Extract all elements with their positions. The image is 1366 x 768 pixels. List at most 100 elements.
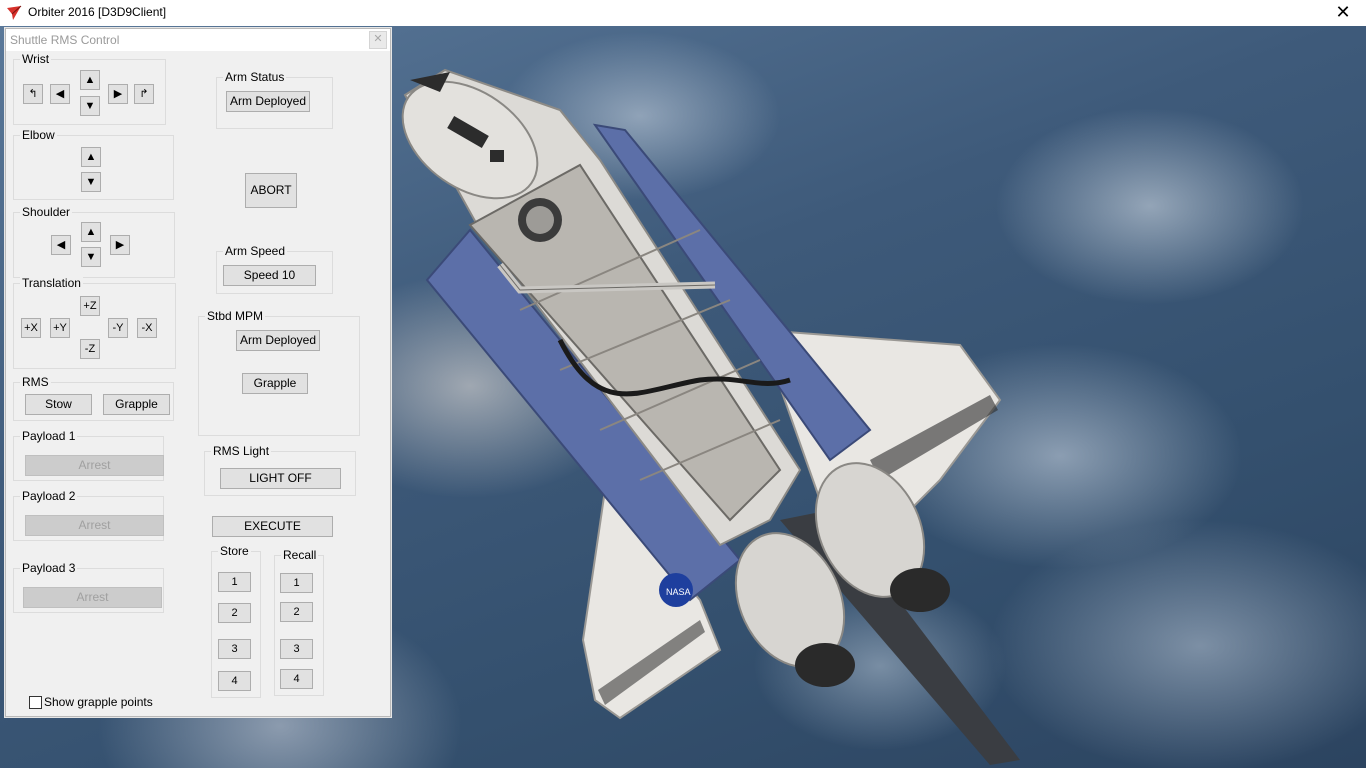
- rms-grapple-button[interactable]: Grapple: [103, 394, 170, 415]
- store-slot-4-button[interactable]: 4: [218, 671, 251, 691]
- rms-stow-button[interactable]: Stow: [25, 394, 92, 415]
- arrow-up-icon: ▲: [84, 74, 96, 86]
- arrest-label: Arrest: [78, 518, 111, 532]
- arrest-label: Arrest: [76, 590, 109, 604]
- payload1-label: Payload 1: [20, 429, 78, 443]
- wrist-label: Wrist: [20, 52, 52, 66]
- abort-label: ABORT: [250, 183, 292, 197]
- grapple-label: Grapple: [115, 397, 158, 411]
- translate-plus-y-button[interactable]: +Y: [50, 318, 70, 338]
- store-slot-label: 4: [231, 675, 238, 687]
- arm-status-button[interactable]: Arm Deployed: [226, 91, 310, 112]
- arrow-down-icon: ▼: [84, 100, 96, 112]
- shoulder-yaw-right-button[interactable]: ▶: [110, 235, 130, 255]
- arm-status-label: Arm Status: [223, 70, 287, 84]
- recall-slot-label: 4: [293, 673, 300, 685]
- payload2-group: Payload 2 Arrest: [13, 489, 164, 541]
- plus-y-label: +Y: [53, 322, 67, 334]
- stbd-mpm-grapple-label: Grapple: [253, 376, 297, 390]
- arm-speed-button[interactable]: Speed 10: [223, 265, 316, 286]
- elbow-group: Elbow ▲ ▼: [13, 128, 174, 200]
- window-close-button[interactable]: ✕: [1320, 0, 1366, 26]
- rms-light-toggle-button[interactable]: LIGHT OFF: [220, 468, 341, 489]
- translate-minus-z-button[interactable]: -Z: [80, 339, 100, 359]
- minus-z-label: -Z: [84, 343, 96, 355]
- arrow-right-icon: ▶: [113, 88, 123, 100]
- arm-speed-value: Speed 10: [243, 268, 296, 282]
- shoulder-pitch-up-button[interactable]: ▲: [81, 222, 101, 242]
- store-slot-label: 1: [231, 576, 238, 588]
- shoulder-yaw-left-button[interactable]: ◀: [51, 235, 71, 255]
- store-label: Store: [218, 544, 251, 558]
- close-icon: ✕: [1335, 2, 1351, 22]
- rms-control-dialog: Shuttle RMS Control ✕ Wrist ↰ ◀ ▲ ▼ ▶ ↱ …: [5, 28, 391, 717]
- stbd-mpm-deployed-label: Arm Deployed: [239, 333, 317, 347]
- rms-label: RMS: [20, 375, 51, 389]
- execute-label: EXECUTE: [244, 519, 301, 533]
- recall-slot-2-button[interactable]: 2: [280, 602, 313, 622]
- plus-z-label: +Z: [83, 300, 97, 312]
- rms-light-group: RMS Light LIGHT OFF: [204, 444, 356, 496]
- translate-plus-z-button[interactable]: +Z: [80, 296, 100, 316]
- minus-x-label: -X: [141, 322, 153, 334]
- wrist-group: Wrist ↰ ◀ ▲ ▼ ▶ ↱: [13, 52, 166, 125]
- abort-button[interactable]: ABORT: [245, 173, 297, 208]
- wrist-pitch-up-button[interactable]: ▲: [80, 70, 100, 90]
- arrow-up-icon: ▲: [85, 151, 97, 163]
- payload3-arrest-button[interactable]: Arrest: [23, 587, 162, 608]
- translation-group: Translation +Z +X +Y -Y -X -Z: [13, 276, 176, 369]
- store-slot-label: 3: [231, 643, 238, 655]
- stbd-mpm-grapple-button[interactable]: Grapple: [242, 373, 308, 394]
- arrow-down-icon: ▼: [85, 251, 97, 263]
- show-grapple-points-checkbox[interactable]: [29, 696, 42, 709]
- recall-group: Recall 1 2 3 4: [274, 548, 324, 696]
- wrist-yaw-right-button[interactable]: ▶: [108, 84, 128, 104]
- payload2-arrest-button[interactable]: Arrest: [25, 515, 164, 536]
- roll-left-icon: ↰: [28, 88, 38, 100]
- execute-button[interactable]: EXECUTE: [212, 516, 333, 537]
- recall-label: Recall: [281, 548, 319, 562]
- dialog-titlebar[interactable]: Shuttle RMS Control ✕: [6, 29, 390, 51]
- plus-x-label: +X: [24, 322, 38, 334]
- elbow-up-button[interactable]: ▲: [81, 147, 101, 167]
- wrist-roll-right-button[interactable]: ↱: [134, 84, 154, 104]
- recall-slot-3-button[interactable]: 3: [280, 639, 313, 659]
- arrow-left-icon: ◀: [56, 239, 66, 251]
- stbd-mpm-label: Stbd MPM: [205, 309, 266, 323]
- shoulder-label: Shoulder: [20, 205, 73, 219]
- minus-y-label: -Y: [112, 322, 124, 334]
- payload3-label: Payload 3: [20, 561, 78, 575]
- dialog-close-button[interactable]: ✕: [369, 31, 387, 49]
- window-titlebar: Orbiter 2016 [D3D9Client] ✕: [0, 0, 1366, 27]
- store-slot-label: 2: [231, 607, 238, 619]
- wrist-pitch-down-button[interactable]: ▼: [80, 96, 100, 116]
- stbd-mpm-deployed-button[interactable]: Arm Deployed: [236, 330, 320, 351]
- shoulder-group: Shoulder ◀ ▲ ▼ ▶: [13, 205, 175, 278]
- store-slot-1-button[interactable]: 1: [218, 572, 251, 592]
- rms-group: RMS Stow Grapple: [13, 375, 174, 421]
- recall-slot-1-button[interactable]: 1: [280, 573, 313, 593]
- wrist-roll-left-button[interactable]: ↰: [23, 84, 43, 104]
- recall-slot-label: 3: [293, 643, 300, 655]
- payload1-arrest-button[interactable]: Arrest: [25, 455, 164, 476]
- arm-status-group: Arm Status Arm Deployed: [216, 70, 333, 129]
- arrow-left-icon: ◀: [55, 88, 65, 100]
- close-icon: ✕: [373, 33, 383, 45]
- wrist-yaw-left-button[interactable]: ◀: [50, 84, 70, 104]
- store-slot-2-button[interactable]: 2: [218, 603, 251, 623]
- shoulder-pitch-down-button[interactable]: ▼: [81, 247, 101, 267]
- arm-speed-label: Arm Speed: [223, 244, 288, 258]
- recall-slot-label: 2: [293, 606, 300, 618]
- recall-slot-4-button[interactable]: 4: [280, 669, 313, 689]
- arrow-right-icon: ▶: [115, 239, 125, 251]
- elbow-down-button[interactable]: ▼: [81, 172, 101, 192]
- payload1-group: Payload 1 Arrest: [13, 429, 164, 481]
- payload2-label: Payload 2: [20, 489, 78, 503]
- translate-minus-y-button[interactable]: -Y: [108, 318, 128, 338]
- translate-minus-x-button[interactable]: -X: [137, 318, 157, 338]
- recall-slot-label: 1: [293, 577, 300, 589]
- show-grapple-points-label: Show grapple points: [44, 695, 153, 709]
- arrest-label: Arrest: [78, 458, 111, 472]
- store-slot-3-button[interactable]: 3: [218, 639, 251, 659]
- translate-plus-x-button[interactable]: +X: [21, 318, 41, 338]
